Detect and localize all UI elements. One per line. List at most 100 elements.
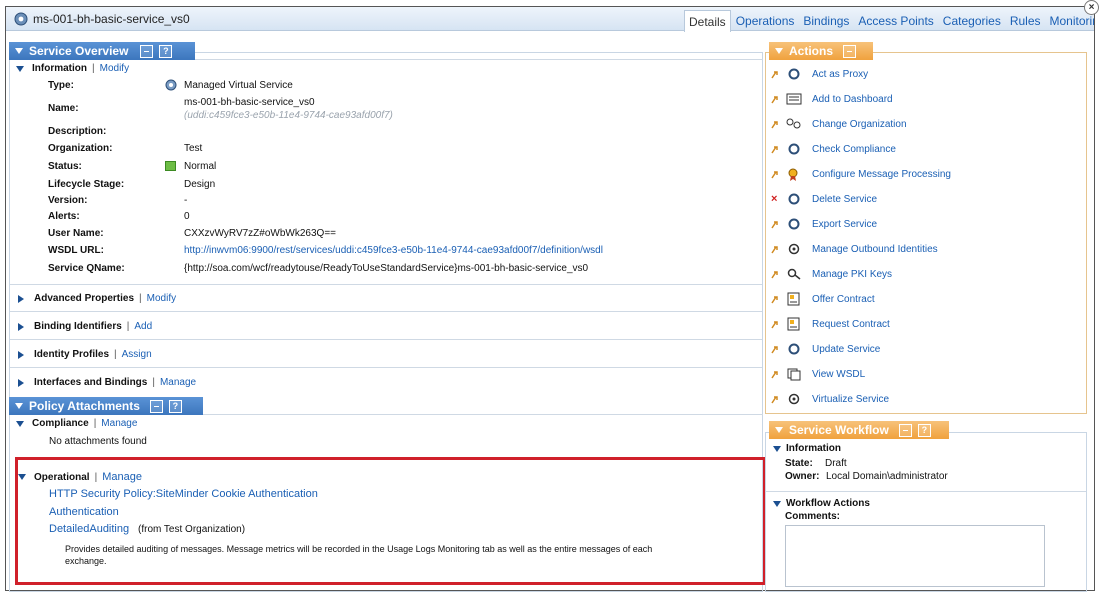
separator: | <box>152 377 155 388</box>
action-label: Export Service <box>812 218 878 230</box>
binding-add-link[interactable]: Add <box>134 321 152 332</box>
expand-icon[interactable] <box>18 350 24 359</box>
binding-identifiers-subheader[interactable]: Binding Identifiers | Add <box>18 321 152 332</box>
tab-categories[interactable]: Categories <box>939 10 1005 32</box>
interfaces-bindings-label: Interfaces and Bindings <box>34 377 148 388</box>
name-uddi: (uddi:c459fce3-e50b-11e4-9744-cae93afd00… <box>184 110 393 121</box>
virtualize-icon <box>771 393 800 405</box>
expand-icon[interactable] <box>16 65 24 72</box>
name-label: Name: <box>48 103 79 114</box>
policy-attachments-header[interactable]: Policy Attachments ? <box>9 397 203 415</box>
workflow-information-label: Information <box>786 443 841 454</box>
identity-assign-link[interactable]: Assign <box>122 349 152 360</box>
action-label: Update Service <box>812 343 881 355</box>
collapse-icon[interactable] <box>15 403 23 409</box>
action-manage-pki-keys[interactable]: Manage PKI Keys <box>770 267 892 281</box>
expand-icon[interactable] <box>18 474 26 480</box>
binding-identifiers-label: Binding Identifiers <box>34 321 122 332</box>
help-icon[interactable]: ? <box>168 399 182 413</box>
type-label: Type: <box>48 80 74 91</box>
service-title: ms-001-bh-basic-service_vs0 <box>33 12 190 26</box>
action-label: Change Organization <box>812 118 907 130</box>
separator: | <box>93 418 97 429</box>
policy-link-detailed-auditing[interactable]: DetailedAuditing <box>49 523 129 535</box>
expand-icon[interactable] <box>16 420 24 427</box>
username-value: CXXzvWyRV7zZ#oWbWk263Q== <box>184 228 336 239</box>
divider <box>10 311 762 312</box>
action-manage-outbound-identities[interactable]: Manage Outbound Identities <box>770 242 938 256</box>
interfaces-manage-link[interactable]: Manage <box>160 377 196 388</box>
service-overview-header[interactable]: Service Overview ? <box>9 42 195 60</box>
contract-icon <box>771 292 800 306</box>
action-delete-service[interactable]: × Delete Service <box>770 192 877 206</box>
collapse-icon[interactable] <box>15 48 23 54</box>
operational-subheader: Operational | Manage <box>18 471 142 483</box>
expand-icon[interactable] <box>773 445 781 452</box>
wsdl-url-link[interactable]: http://inwvm06:9900/rest/services/uddi:c… <box>184 245 603 256</box>
minimize-icon[interactable] <box>140 44 154 58</box>
tab-details[interactable]: Details <box>684 10 731 32</box>
expand-icon[interactable] <box>18 294 24 303</box>
action-label: Configure Message Processing <box>812 168 951 180</box>
workflow-information-subheader: Information <box>773 443 841 454</box>
interfaces-bindings-subheader[interactable]: Interfaces and Bindings | Manage <box>18 377 196 388</box>
action-label: Offer Contract <box>812 293 875 305</box>
expand-icon[interactable] <box>18 322 24 331</box>
action-label: Request Contract <box>812 318 890 330</box>
divider <box>10 339 762 340</box>
contract-icon <box>771 317 800 331</box>
name-value: ms-001-bh-basic-service_vs0 <box>184 97 315 108</box>
workflow-header[interactable]: Service Workflow ? <box>769 421 949 439</box>
advanced-properties-subheader[interactable]: Advanced Properties | Modify <box>18 293 176 304</box>
tab-rules[interactable]: Rules <box>1006 10 1045 32</box>
title-bar: ms-001-bh-basic-service_vs0 Details Oper… <box>6 7 1094 32</box>
no-attachments-text: No attachments found <box>49 436 147 447</box>
collapse-icon[interactable] <box>775 427 783 433</box>
action-check-compliance[interactable]: Check Compliance <box>770 142 896 156</box>
action-label: Manage PKI Keys <box>812 268 893 280</box>
action-update-service[interactable]: Update Service <box>770 342 880 356</box>
operational-manage-link[interactable]: Manage <box>102 471 142 483</box>
tab-access-points[interactable]: Access Points <box>854 10 937 32</box>
action-act-as-proxy[interactable]: Act as Proxy <box>770 67 868 81</box>
help-icon[interactable]: ? <box>917 423 931 437</box>
action-add-to-dashboard[interactable]: Add to Dashboard <box>770 92 893 106</box>
action-label: Check Compliance <box>812 143 896 155</box>
action-change-organization[interactable]: Change Organization <box>770 117 907 131</box>
actions-header[interactable]: Actions <box>769 42 873 60</box>
tab-bindings[interactable]: Bindings <box>799 10 853 32</box>
minimize-icon[interactable] <box>898 423 912 437</box>
action-offer-contract[interactable]: Offer Contract <box>770 292 875 306</box>
gear-icon <box>771 343 800 355</box>
comments-textarea[interactable] <box>785 525 1045 587</box>
action-configure-message-processing[interactable]: Configure Message Processing <box>770 167 951 181</box>
policy-link-authentication[interactable]: Authentication <box>49 506 119 518</box>
identity-profiles-subheader[interactable]: Identity Profiles | Assign <box>18 349 152 360</box>
policy-link-http-security[interactable]: HTTP Security Policy:SiteMinder Cookie A… <box>49 488 318 500</box>
owner-value: Local Domain\administrator <box>826 471 948 482</box>
action-view-wsdl[interactable]: View WSDL <box>770 367 865 381</box>
tab-operations[interactable]: Operations <box>732 10 799 32</box>
organization-label: Organization: <box>48 143 113 154</box>
expand-icon[interactable] <box>773 500 781 507</box>
information-modify-link[interactable]: Modify <box>100 63 129 74</box>
help-icon[interactable]: ? <box>159 44 173 58</box>
organization-value: Test <box>184 143 203 154</box>
compliance-manage-link[interactable]: Manage <box>101 418 137 429</box>
action-virtualize-service[interactable]: Virtualize Service <box>770 392 889 406</box>
policy-attachments-title: Policy Attachments <box>29 399 140 413</box>
close-icon[interactable]: × <box>1084 0 1099 15</box>
collapse-icon[interactable] <box>775 48 783 54</box>
action-label: Delete Service <box>812 193 878 205</box>
dashboard-icon <box>771 93 802 105</box>
state-value: Draft <box>825 458 847 469</box>
action-request-contract[interactable]: Request Contract <box>770 317 890 331</box>
delete-icon: × <box>771 193 800 205</box>
divider <box>10 367 762 368</box>
minimize-icon[interactable] <box>149 399 163 413</box>
advanced-modify-link[interactable]: Modify <box>147 293 176 304</box>
action-export-service[interactable]: Export Service <box>770 217 877 231</box>
divider <box>10 284 762 285</box>
expand-icon[interactable] <box>18 378 24 387</box>
minimize-icon[interactable] <box>843 44 857 58</box>
